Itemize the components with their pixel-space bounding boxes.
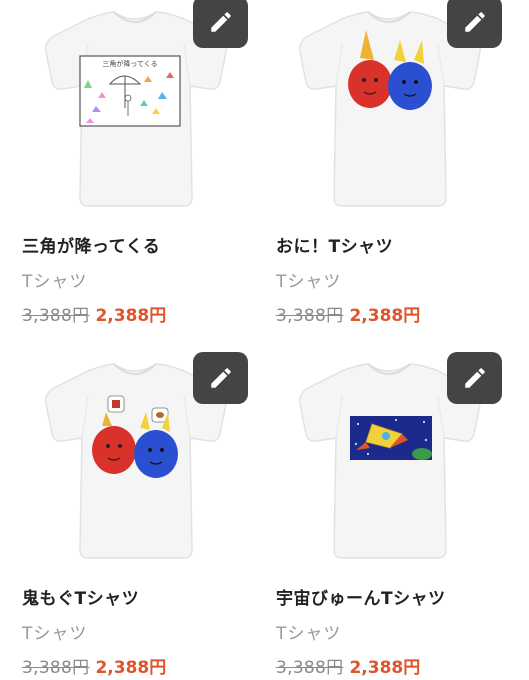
price-row: 3,388円 2,388円 bbox=[276, 301, 502, 326]
price-row: 3,388円 2,388円 bbox=[276, 653, 502, 678]
price-row: 3,388円 2,388円 bbox=[22, 301, 248, 326]
sale-price: 2,388円 bbox=[95, 658, 167, 678]
product-card[interactable]: 宇宙びゅーんTシャツ Tシャツ 3,388円 2,388円 bbox=[276, 352, 502, 678]
sale-price: 2,388円 bbox=[349, 658, 421, 678]
original-price: 3,388円 bbox=[276, 658, 344, 678]
original-price: 3,388円 bbox=[22, 658, 90, 678]
product-card[interactable]: おに！Tシャツ Tシャツ 3,388円 2,388円 bbox=[276, 0, 502, 326]
product-image[interactable]: 三角が降ってくる bbox=[22, 0, 248, 214]
product-title[interactable]: おに！Tシャツ bbox=[276, 232, 502, 257]
product-title[interactable]: 三角が降ってくる bbox=[22, 232, 248, 257]
product-image[interactable] bbox=[22, 352, 248, 566]
print-text: 三角が降ってくる bbox=[102, 59, 157, 68]
pencil-icon bbox=[462, 9, 488, 35]
product-card[interactable]: 三角が降ってくる 三角が降ってくる Tシャツ 3,388円 2,388円 bbox=[22, 0, 248, 326]
edit-button[interactable] bbox=[447, 352, 502, 404]
original-price: 3,388円 bbox=[22, 306, 90, 326]
product-title[interactable]: 鬼もぐTシャツ bbox=[22, 584, 248, 609]
edit-button[interactable] bbox=[447, 0, 502, 48]
original-price: 3,388円 bbox=[276, 306, 344, 326]
product-category: Tシャツ bbox=[22, 624, 88, 644]
product-card[interactable]: 鬼もぐTシャツ Tシャツ 3,388円 2,388円 bbox=[22, 352, 248, 678]
sale-price: 2,388円 bbox=[95, 306, 167, 326]
product-image[interactable] bbox=[276, 352, 502, 566]
pencil-icon bbox=[462, 365, 488, 391]
edit-button[interactable] bbox=[193, 352, 248, 404]
edit-button[interactable] bbox=[193, 0, 248, 48]
product-image[interactable] bbox=[276, 0, 502, 214]
print-design-rocket bbox=[350, 416, 432, 460]
pencil-icon bbox=[208, 9, 234, 35]
product-category: Tシャツ bbox=[22, 272, 88, 292]
sale-price: 2,388円 bbox=[349, 306, 421, 326]
print-design-triangle-rain: 三角が降ってくる bbox=[79, 55, 181, 127]
product-title[interactable]: 宇宙びゅーんTシャツ bbox=[276, 584, 502, 609]
price-row: 3,388円 2,388円 bbox=[22, 653, 248, 678]
product-category: Tシャツ bbox=[276, 272, 342, 292]
pencil-icon bbox=[208, 365, 234, 391]
product-category: Tシャツ bbox=[276, 624, 342, 644]
